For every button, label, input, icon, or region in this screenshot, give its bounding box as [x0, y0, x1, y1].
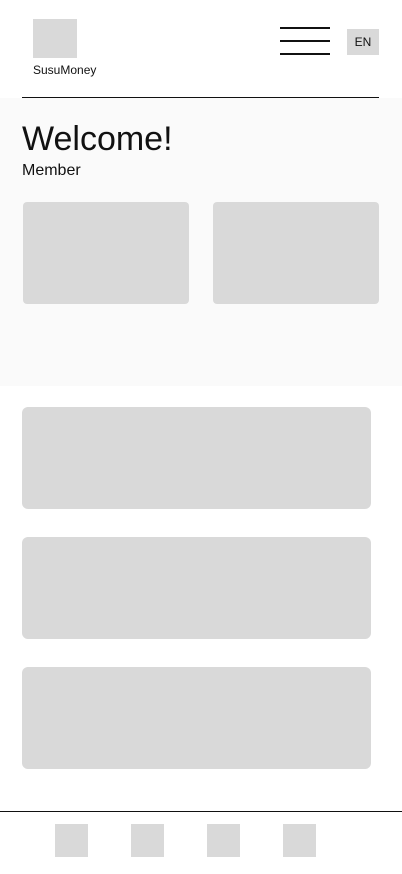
hamburger-icon-bar-top: [280, 27, 330, 29]
summary-card-left[interactable]: [23, 202, 189, 304]
bottom-nav-divider: [0, 811, 402, 812]
app-logo: [33, 19, 77, 58]
welcome-title: Welcome!: [22, 120, 173, 158]
language-button[interactable]: EN: [347, 29, 379, 55]
hamburger-icon-bar-middle: [280, 40, 330, 42]
content-card-1[interactable]: [22, 407, 371, 509]
bottom-nav-item-2[interactable]: [131, 824, 164, 857]
content-card-3[interactable]: [22, 667, 371, 769]
app-name: SusuMoney: [33, 63, 97, 77]
bottom-nav-item-3[interactable]: [207, 824, 240, 857]
summary-card-right[interactable]: [213, 202, 379, 304]
welcome-subtitle: Member: [22, 162, 81, 179]
bottom-nav-item-1[interactable]: [55, 824, 88, 857]
bottom-nav-item-4[interactable]: [283, 824, 316, 857]
menu-button[interactable]: [280, 27, 330, 55]
content-card-2[interactable]: [22, 537, 371, 639]
hamburger-icon-bar-bottom: [280, 53, 330, 55]
